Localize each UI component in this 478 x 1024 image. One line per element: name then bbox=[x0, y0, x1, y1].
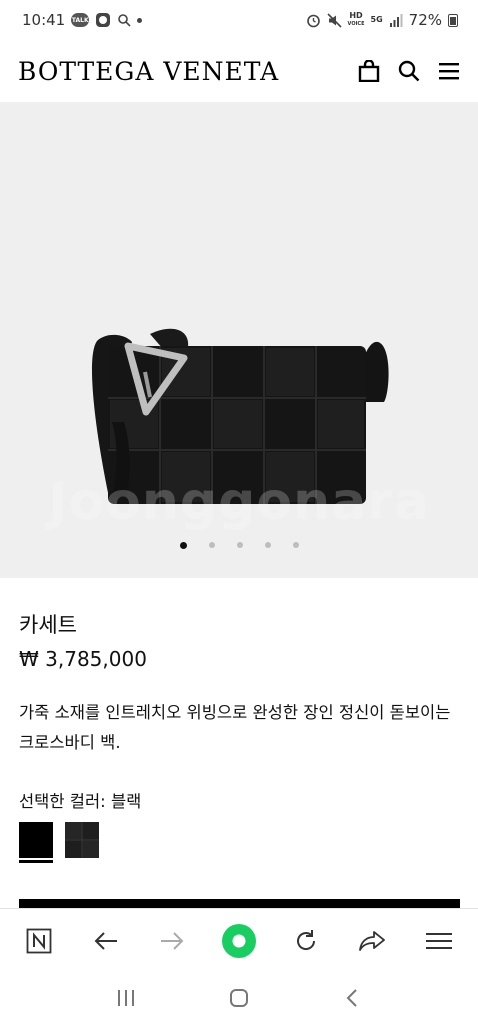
back-arrow-icon[interactable] bbox=[86, 921, 126, 961]
battery-percent: 72% bbox=[408, 11, 442, 29]
selected-swatch-indicator bbox=[19, 860, 53, 863]
brand-logo[interactable]: BOTTEGA VENETA bbox=[18, 57, 279, 86]
battery-icon bbox=[448, 13, 458, 27]
browser-toolbar bbox=[0, 908, 478, 972]
carousel-dot-1[interactable] bbox=[179, 542, 187, 549]
carousel-dot-2[interactable] bbox=[208, 542, 215, 548]
home-icon[interactable] bbox=[219, 978, 259, 1018]
signal-icon bbox=[389, 13, 403, 27]
refresh-icon[interactable] bbox=[286, 921, 326, 961]
header-icons bbox=[358, 60, 460, 82]
app-notification-icon bbox=[95, 12, 111, 28]
status-right: HD VOICE 5G 72% bbox=[306, 11, 458, 29]
menu-icon[interactable] bbox=[438, 60, 460, 82]
carousel-dot-5[interactable] bbox=[292, 542, 299, 548]
voice-label: VOICE bbox=[347, 21, 365, 27]
shopping-bag-icon[interactable] bbox=[358, 60, 380, 82]
search-icon[interactable] bbox=[398, 60, 420, 82]
color-swatches bbox=[19, 822, 99, 858]
status-left: 10:41 TALK bbox=[22, 11, 143, 29]
weave-pattern-icon bbox=[65, 822, 99, 858]
recent-apps-icon[interactable] bbox=[106, 978, 146, 1018]
carousel-dot-3[interactable] bbox=[236, 542, 243, 548]
swatch-black[interactable] bbox=[19, 822, 53, 858]
search-notification-icon bbox=[117, 13, 131, 27]
green-circle-icon[interactable] bbox=[219, 921, 259, 961]
site-header: BOTTEGA VENETA bbox=[0, 40, 478, 102]
kakaotalk-icon: TALK bbox=[71, 13, 90, 27]
naver-n-icon[interactable] bbox=[19, 921, 59, 961]
product-name: 카세트 bbox=[19, 613, 77, 637]
alarm-icon bbox=[306, 13, 321, 28]
status-bar: 10:41 TALK HD VOICE 5G 72% bbox=[0, 0, 478, 40]
product-price: ₩ 3,785,000 bbox=[19, 647, 147, 671]
hamburger-menu-icon[interactable] bbox=[419, 921, 459, 961]
more-notifications-dot bbox=[137, 17, 143, 23]
watermark-text: Joonggonara bbox=[48, 472, 430, 532]
back-icon[interactable] bbox=[332, 978, 372, 1018]
mute-icon bbox=[326, 12, 342, 28]
status-time: 10:41 bbox=[22, 11, 66, 29]
carousel-dots bbox=[0, 542, 478, 549]
carousel-dot-4[interactable] bbox=[264, 542, 271, 548]
hd-label: HD bbox=[349, 11, 363, 20]
hd-voice-icon: HD VOICE bbox=[348, 12, 365, 28]
selected-color-label: 선택한 컬러: 블랙 bbox=[19, 792, 142, 811]
product-image[interactable]: Joonggonara bbox=[0, 102, 478, 578]
product-description: 가죽 소재를 인트레치오 위빙으로 완성한 장인 정신이 돋보이는 크로스바디 … bbox=[19, 703, 451, 752]
share-icon[interactable] bbox=[352, 921, 392, 961]
system-navigation-bar bbox=[0, 972, 478, 1024]
network-5g-icon: 5G bbox=[370, 15, 383, 24]
forward-arrow-icon[interactable] bbox=[152, 921, 192, 961]
swatch-dark[interactable] bbox=[65, 822, 99, 858]
